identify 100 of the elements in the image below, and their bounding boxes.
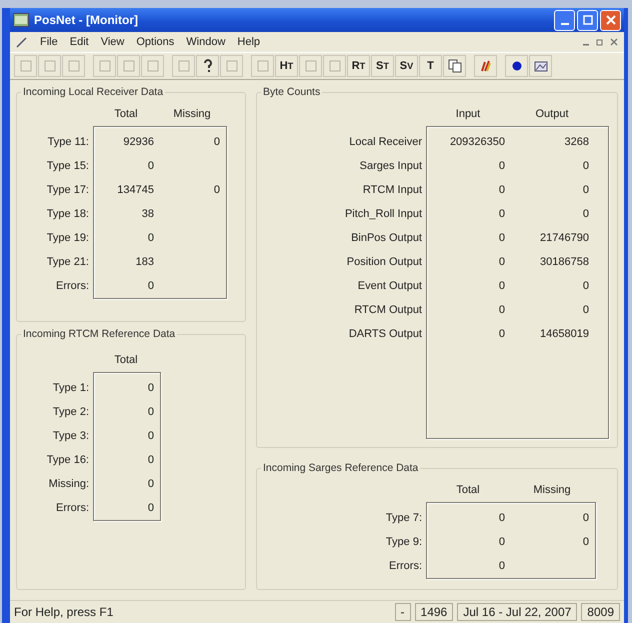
- value-text: 0: [582, 160, 589, 172]
- row-label: BinPos Output: [351, 231, 422, 246]
- value-text: 209326350: [450, 136, 505, 148]
- value-text: 0: [498, 160, 505, 172]
- value-text: 0: [148, 478, 154, 490]
- minimize-button[interactable]: [554, 10, 575, 30]
- value-text: 0: [148, 280, 154, 292]
- value-text: 0: [498, 256, 505, 268]
- row-label: Type 16:: [46, 453, 89, 468]
- row-label: Errors:: [56, 279, 89, 294]
- status-text: For Help, press F1: [14, 605, 114, 619]
- maximize-button[interactable]: [577, 10, 598, 30]
- value-text: 30186758: [540, 256, 589, 268]
- row-label: Position Output: [346, 255, 422, 270]
- window-title: PosNet - [Monitor]: [34, 13, 139, 27]
- toolbar-button[interactable]: [443, 55, 466, 77]
- value-text: 0: [148, 406, 154, 418]
- value-text: 38: [142, 208, 154, 220]
- status-pane: 1496: [414, 603, 454, 621]
- value-text: 0: [498, 280, 505, 292]
- menu-item[interactable]: File: [40, 36, 58, 48]
- value-text: 0: [498, 184, 505, 196]
- value-text: 21746790: [540, 232, 589, 244]
- toolbar-button[interactable]: [529, 55, 552, 77]
- toolbar-button[interactable]: T: [419, 55, 442, 77]
- row-label: Type 2:: [52, 405, 89, 420]
- restore-icon[interactable]: [596, 38, 604, 46]
- image-icon: [534, 59, 548, 73]
- value-text: 0: [498, 536, 505, 548]
- value-text: 0: [498, 512, 505, 524]
- app-icon: [13, 13, 29, 27]
- toolbar-button[interactable]: [474, 55, 497, 77]
- value-text: 0: [148, 430, 154, 442]
- menu-item[interactable]: Options: [136, 36, 174, 48]
- menu-item[interactable]: View: [100, 36, 124, 48]
- row-label: Type 18:: [46, 207, 89, 222]
- pages-icon: [448, 59, 462, 73]
- minimize-icon: [560, 22, 568, 24]
- value-text: 0: [498, 208, 505, 220]
- toolbar-button[interactable]: [196, 55, 219, 77]
- row-label: Type 3:: [52, 429, 89, 444]
- small-box-icon: [304, 59, 318, 73]
- row-label: Type 21:: [46, 255, 89, 270]
- row-label: Missing:: [48, 477, 89, 492]
- value-text: 0: [148, 454, 154, 466]
- value-text: 134745: [117, 184, 154, 196]
- value-text: 183: [136, 256, 154, 268]
- value-text: 0: [582, 536, 589, 548]
- value-text: 0: [498, 328, 505, 340]
- maximize-icon: [582, 15, 592, 25]
- value-text: 0: [148, 232, 154, 244]
- value-text: 92936: [123, 136, 154, 148]
- value-text: 0: [582, 512, 589, 524]
- close-icon[interactable]: [610, 38, 618, 46]
- row-label: Type 15:: [46, 159, 89, 174]
- row-label: RTCM Output: [354, 303, 422, 318]
- menu-item[interactable]: Edit: [70, 36, 89, 48]
- column-header: Output: [534, 108, 570, 120]
- small-box-icon: [256, 59, 270, 73]
- row-label: Pitch_Roll Input: [344, 207, 422, 222]
- value-text: 0: [582, 304, 589, 316]
- group-title: Byte Counts: [262, 86, 322, 98]
- value-text: 0: [148, 382, 154, 394]
- value-text: 0: [214, 136, 220, 148]
- toolbar-button[interactable]: [505, 55, 528, 77]
- status-pane: 8009: [581, 603, 620, 621]
- column-header: Total: [455, 484, 481, 496]
- row-label: Event Output: [358, 279, 422, 294]
- value-text: 0: [582, 280, 589, 292]
- group-title: Incoming RTCM Reference Data: [22, 328, 176, 340]
- status-pane: -: [394, 603, 411, 621]
- group-title: Incoming Local Receiver Data: [22, 86, 164, 98]
- row-label: Errors:: [389, 559, 422, 574]
- chart-icon: [478, 59, 492, 73]
- value-text: 0: [498, 560, 505, 572]
- close-icon: [606, 15, 616, 25]
- column-header: Missing: [532, 484, 572, 496]
- menu-item[interactable]: Help: [237, 36, 260, 48]
- column-header: Missing: [172, 108, 212, 120]
- group-title: Incoming Sarges Reference Data: [262, 462, 420, 474]
- value-text: 3268: [564, 136, 589, 148]
- column-header: Total: [113, 354, 139, 366]
- value-text: 0: [582, 184, 589, 196]
- dim-box-icon: [328, 59, 342, 73]
- close-button[interactable]: [600, 10, 621, 30]
- value-text: 0: [214, 184, 220, 196]
- value-text: 0: [148, 502, 154, 514]
- row-label: Local Receiver: [349, 135, 422, 150]
- row-label: Type 17:: [46, 183, 89, 198]
- row-label: Type 19:: [46, 231, 89, 246]
- dot-icon: [510, 59, 524, 73]
- menu-item[interactable]: Window: [186, 36, 226, 48]
- value-text: 0: [498, 304, 505, 316]
- column-header: Total: [113, 108, 139, 120]
- value-text: 14658019: [540, 328, 589, 340]
- row-label: Type 1:: [52, 381, 89, 396]
- row-label: RTCM Input: [362, 183, 422, 198]
- value-text: 0: [498, 232, 505, 244]
- status-pane: Jul 16 - Jul 22, 2007: [457, 603, 578, 621]
- row-label: Errors:: [56, 501, 89, 516]
